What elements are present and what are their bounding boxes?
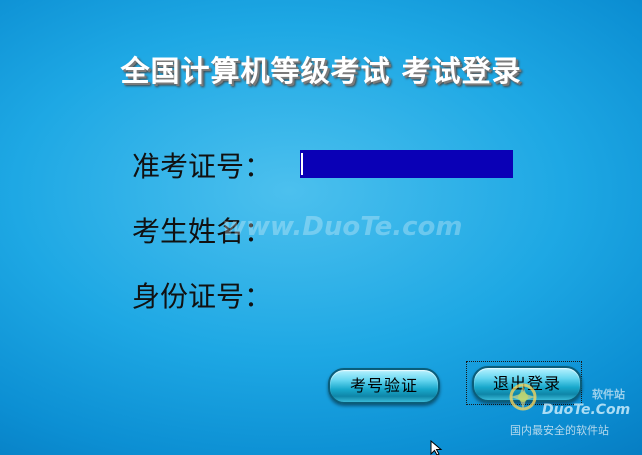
watermark-text: www.DuoTe.com xyxy=(222,212,463,242)
text-caret xyxy=(301,153,303,175)
page-title: 全国计算机等级考试 考试登录 xyxy=(120,54,522,88)
id-card-input[interactable] xyxy=(300,280,513,308)
id-card-label: 身份证号： xyxy=(132,280,273,313)
brand-sub-text: 国内最安全的软件站 xyxy=(510,424,609,437)
mouse-pointer-icon xyxy=(430,440,443,455)
exam-id-input[interactable] xyxy=(300,150,513,178)
verify-id-button[interactable]: 考号验证 xyxy=(328,368,440,404)
brand-en-text: DuoTe.Com xyxy=(542,402,631,418)
duote-logo-icon xyxy=(509,383,537,411)
exam-id-label: 准考证号： xyxy=(132,150,273,183)
brand-cn-text: 软件站 xyxy=(592,388,625,401)
watermark-brand: 软件站 DuoTe.Com 国内最安全的软件站 xyxy=(508,382,638,438)
